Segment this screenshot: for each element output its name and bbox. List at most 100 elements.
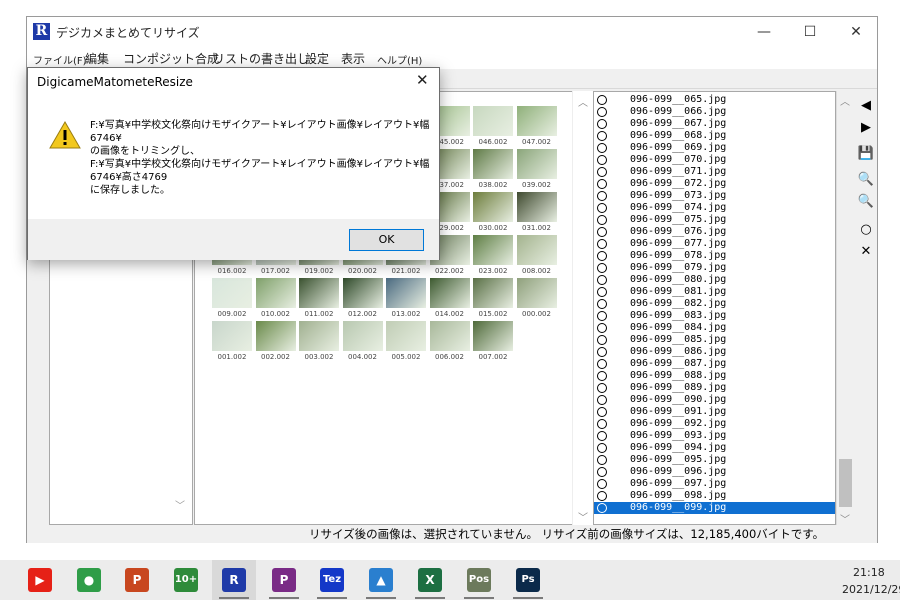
radio-circle-icon[interactable] [597, 359, 607, 369]
file-list-item[interactable]: 096-099__083.jpg [594, 310, 835, 322]
file-list-item[interactable]: 096-099__091.jpg [594, 406, 835, 418]
taskbar-youtube-icon[interactable]: ▶ [28, 568, 52, 592]
file-list-item[interactable]: 096-099__082.jpg [594, 298, 835, 310]
radio-circle-icon[interactable] [597, 119, 607, 129]
file-list-item[interactable]: 096-099__081.jpg [594, 286, 835, 298]
taskbar-digicame-resize-icon[interactable]: R [222, 568, 246, 592]
tree-scroll-down-arrow[interactable]: ﹀ [175, 497, 185, 512]
radio-circle-icon[interactable] [597, 251, 607, 261]
radio-circle-icon[interactable] [597, 479, 607, 489]
cross-icon[interactable]: ✕ [855, 241, 877, 263]
radio-circle-icon[interactable] [597, 191, 607, 201]
thumbnail-image[interactable] [255, 321, 296, 351]
circle-icon[interactable]: ○ [855, 219, 877, 241]
radio-circle-icon[interactable] [597, 215, 607, 225]
menu-edit[interactable]: 編集 [85, 50, 109, 67]
file-list-item[interactable]: 096-099__087.jpg [594, 358, 835, 370]
file-list-item[interactable]: 096-099__090.jpg [594, 394, 835, 406]
file-list-item[interactable]: 096-099__069.jpg [594, 142, 835, 154]
radio-circle-icon[interactable] [597, 275, 607, 285]
menu-help[interactable]: ヘルプ(H) [377, 52, 422, 67]
file-list-item[interactable]: 096-099__072.jpg [594, 178, 835, 190]
radio-circle-icon[interactable] [597, 503, 607, 513]
file-list-item[interactable]: 096-099__098.jpg [594, 490, 835, 502]
thumbnail-image[interactable] [473, 149, 513, 179]
taskbar-app-10plus-icon[interactable]: 10+ [174, 568, 198, 592]
radio-circle-icon[interactable] [597, 383, 607, 393]
file-list-item[interactable]: 096-099__099.jpg [594, 502, 835, 514]
file-list-item[interactable]: 096-099__095.jpg [594, 454, 835, 466]
radio-circle-icon[interactable] [597, 371, 607, 381]
radio-circle-icon[interactable] [597, 419, 607, 429]
file-list-item[interactable]: 096-099__079.jpg [594, 262, 835, 274]
radio-circle-icon[interactable] [597, 227, 607, 237]
radio-circle-icon[interactable] [597, 263, 607, 273]
radio-circle-icon[interactable] [597, 203, 607, 213]
list-scroll-up-icon[interactable]: ︿ [840, 93, 850, 108]
radio-circle-icon[interactable] [597, 467, 607, 477]
thumbnail-image[interactable] [429, 278, 470, 308]
file-list-item[interactable]: 096-099__076.jpg [594, 226, 835, 238]
thumbnail-image[interactable] [473, 106, 513, 136]
radio-circle-icon[interactable] [597, 491, 607, 501]
file-list-item[interactable]: 096-099__067.jpg [594, 118, 835, 130]
file-list-item[interactable]: 096-099__097.jpg [594, 478, 835, 490]
file-list-item[interactable]: 096-099__075.jpg [594, 214, 835, 226]
menu-list-export[interactable]: リストの書き出し [213, 50, 309, 67]
thumbnail-image[interactable] [299, 278, 339, 308]
radio-circle-icon[interactable] [597, 395, 607, 405]
thumbnail-image[interactable] [429, 321, 470, 351]
scroll-down-arrow-icon[interactable]: ﹀ [578, 509, 588, 524]
taskbar-chrome-icon[interactable]: ● [77, 568, 101, 592]
thumbnail-image[interactable] [342, 278, 383, 308]
file-list-item[interactable]: 096-099__074.jpg [594, 202, 835, 214]
ok-button[interactable]: OK [349, 229, 424, 251]
menu-view[interactable]: 表示 [341, 50, 365, 67]
thumbnail-image[interactable] [516, 106, 557, 136]
radio-circle-icon[interactable] [597, 311, 607, 321]
menu-file[interactable]: ファイル(F) [33, 52, 87, 67]
radio-circle-icon[interactable] [597, 239, 607, 249]
zoom-icon[interactable]: 🔍 [855, 191, 877, 213]
minimize-button[interactable]: — [741, 17, 787, 47]
taskbar-powerpoint-icon[interactable]: P [125, 568, 149, 592]
radio-circle-icon[interactable] [597, 443, 607, 453]
taskbar-tez-icon[interactable]: Tez [320, 568, 344, 592]
prev-image-icon[interactable]: ◀ [855, 95, 877, 117]
file-list-item[interactable]: 096-099__068.jpg [594, 130, 835, 142]
thumbnail-image[interactable] [516, 278, 557, 308]
thumbnail-image[interactable] [473, 235, 513, 265]
taskbar-app-p-icon[interactable]: P [272, 568, 296, 592]
file-list-scroll-thumb[interactable] [839, 459, 852, 507]
thumbnail-image[interactable] [342, 321, 383, 351]
file-list[interactable]: 096-099__065.jpg 096-099__066.jpg 096-099_… [593, 91, 836, 525]
thumbnail-image[interactable] [516, 235, 557, 265]
radio-circle-icon[interactable] [597, 95, 607, 105]
thumbnail-image[interactable] [212, 321, 252, 351]
thumbnail-image[interactable] [212, 278, 252, 308]
radio-circle-icon[interactable] [597, 179, 607, 189]
taskbar-excel-icon[interactable]: X [418, 568, 442, 592]
file-list-item[interactable]: 096-099__070.jpg [594, 154, 835, 166]
thumbnail-scrollbar[interactable]: ︿ ﹀ [572, 91, 593, 525]
taskbar-photoshop-icon[interactable]: Ps [516, 568, 540, 592]
thumbnail-image[interactable] [255, 278, 296, 308]
file-list-item[interactable]: 096-099__084.jpg [594, 322, 835, 334]
file-list-scrollbar[interactable]: ︿ ﹀ [836, 91, 853, 526]
dialog-close-icon[interactable]: ✕ [416, 71, 429, 89]
file-list-item[interactable]: 096-099__080.jpg [594, 274, 835, 286]
thumbnail-image[interactable] [473, 278, 513, 308]
file-list-item[interactable]: 096-099__094.jpg [594, 442, 835, 454]
radio-circle-icon[interactable] [597, 455, 607, 465]
taskbar-pos-icon[interactable]: Pos [467, 568, 491, 592]
menu-settings[interactable]: 設定 [305, 50, 329, 67]
thumbnail-image[interactable] [386, 321, 426, 351]
thumbnail-image[interactable] [516, 192, 557, 222]
maximize-button[interactable]: ☐ [787, 17, 833, 47]
file-list-item[interactable]: 096-099__088.jpg [594, 370, 835, 382]
file-list-item[interactable]: 096-099__093.jpg [594, 430, 835, 442]
thumbnail-image[interactable] [386, 278, 426, 308]
radio-circle-icon[interactable] [597, 335, 607, 345]
clock-date[interactable]: 2021/12/29 [842, 583, 900, 596]
file-list-item[interactable]: 096-099__077.jpg [594, 238, 835, 250]
